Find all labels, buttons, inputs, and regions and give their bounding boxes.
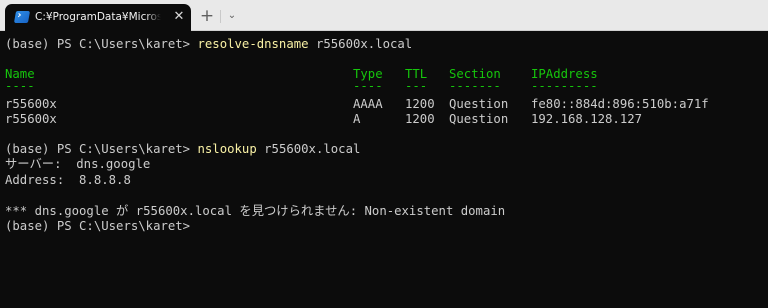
powershell-icon: › (13, 10, 31, 23)
cell-type: A (353, 112, 361, 126)
prompt: (base) PS C:\Users\karet> (5, 219, 191, 233)
new-tab-button[interactable]: + (198, 4, 216, 28)
output-server-line: サーバー: dns.google (5, 157, 151, 171)
column-underline-ipaddress: --------- (531, 79, 598, 93)
table-row: r55600x A 1200 Question 192.168.128.127 (5, 112, 745, 127)
prompt: (base) PS C:\Users\karet> (5, 37, 198, 51)
cell-section: Question (449, 97, 509, 111)
cell-name: r55600x (5, 97, 57, 111)
output-address-line: Address: 8.8.8.8 (5, 173, 131, 187)
command-resolve-dnsname: resolve-dnsname (197, 37, 309, 51)
command-nslookup: nslookup (197, 142, 257, 156)
close-tab-icon[interactable]: ✕ (171, 4, 187, 31)
table-row: r55600x AAAA 1200 Question fe80::884d:89… (5, 97, 745, 112)
current-prompt-line[interactable]: (base) PS C:\Users\karet> (5, 219, 190, 234)
cell-ipaddress: fe80::884d:896:510b:a71f (531, 97, 709, 111)
command-line-1: (base) PS C:\Users\karet> resolve-dnsnam… (5, 37, 412, 52)
cell-ttl: 1200 (405, 112, 435, 126)
command-argument: r55600x.local (308, 37, 413, 51)
column-underline-section: ------- (449, 79, 501, 93)
chevron-down-icon[interactable]: ⌄ (225, 4, 239, 28)
cell-section: Question (449, 112, 509, 126)
cell-ttl: 1200 (405, 97, 435, 111)
tab-separator (220, 10, 221, 23)
prompt: (base) PS C:\Users\karet> (5, 142, 198, 156)
column-underline-type: ---- (353, 79, 383, 93)
command-line-2: (base) PS C:\Users\karet> nslookup r5560… (5, 142, 360, 157)
terminal-output[interactable]: (base) PS C:\Users\karet> resolve-dnsnam… (0, 31, 768, 308)
cell-type: AAAA (353, 97, 383, 111)
powershell-icon-glyph: › (16, 10, 23, 21)
column-underline-ttl: --- (405, 79, 428, 93)
column-underline-name: ---- (5, 79, 35, 93)
terminal-tab[interactable]: › C:¥ProgramData¥Microsoft¥Windows¥Start… (5, 4, 191, 31)
cell-ipaddress: 192.168.128.127 (531, 112, 643, 126)
tab-title[interactable]: C:¥ProgramData¥Microsoft¥Windows¥Start M… (35, 4, 161, 31)
table-underline-row: ---- ---- --- ------- --------- (5, 79, 745, 94)
title-bar: › C:¥ProgramData¥Microsoft¥Windows¥Start… (0, 0, 768, 31)
terminal-window: › C:¥ProgramData¥Microsoft¥Windows¥Start… (0, 0, 768, 308)
command-argument: r55600x.local (256, 142, 361, 156)
output-error-line: *** dns.google が r55600x.local を見つけられません… (5, 204, 506, 218)
cell-name: r55600x (5, 112, 57, 126)
